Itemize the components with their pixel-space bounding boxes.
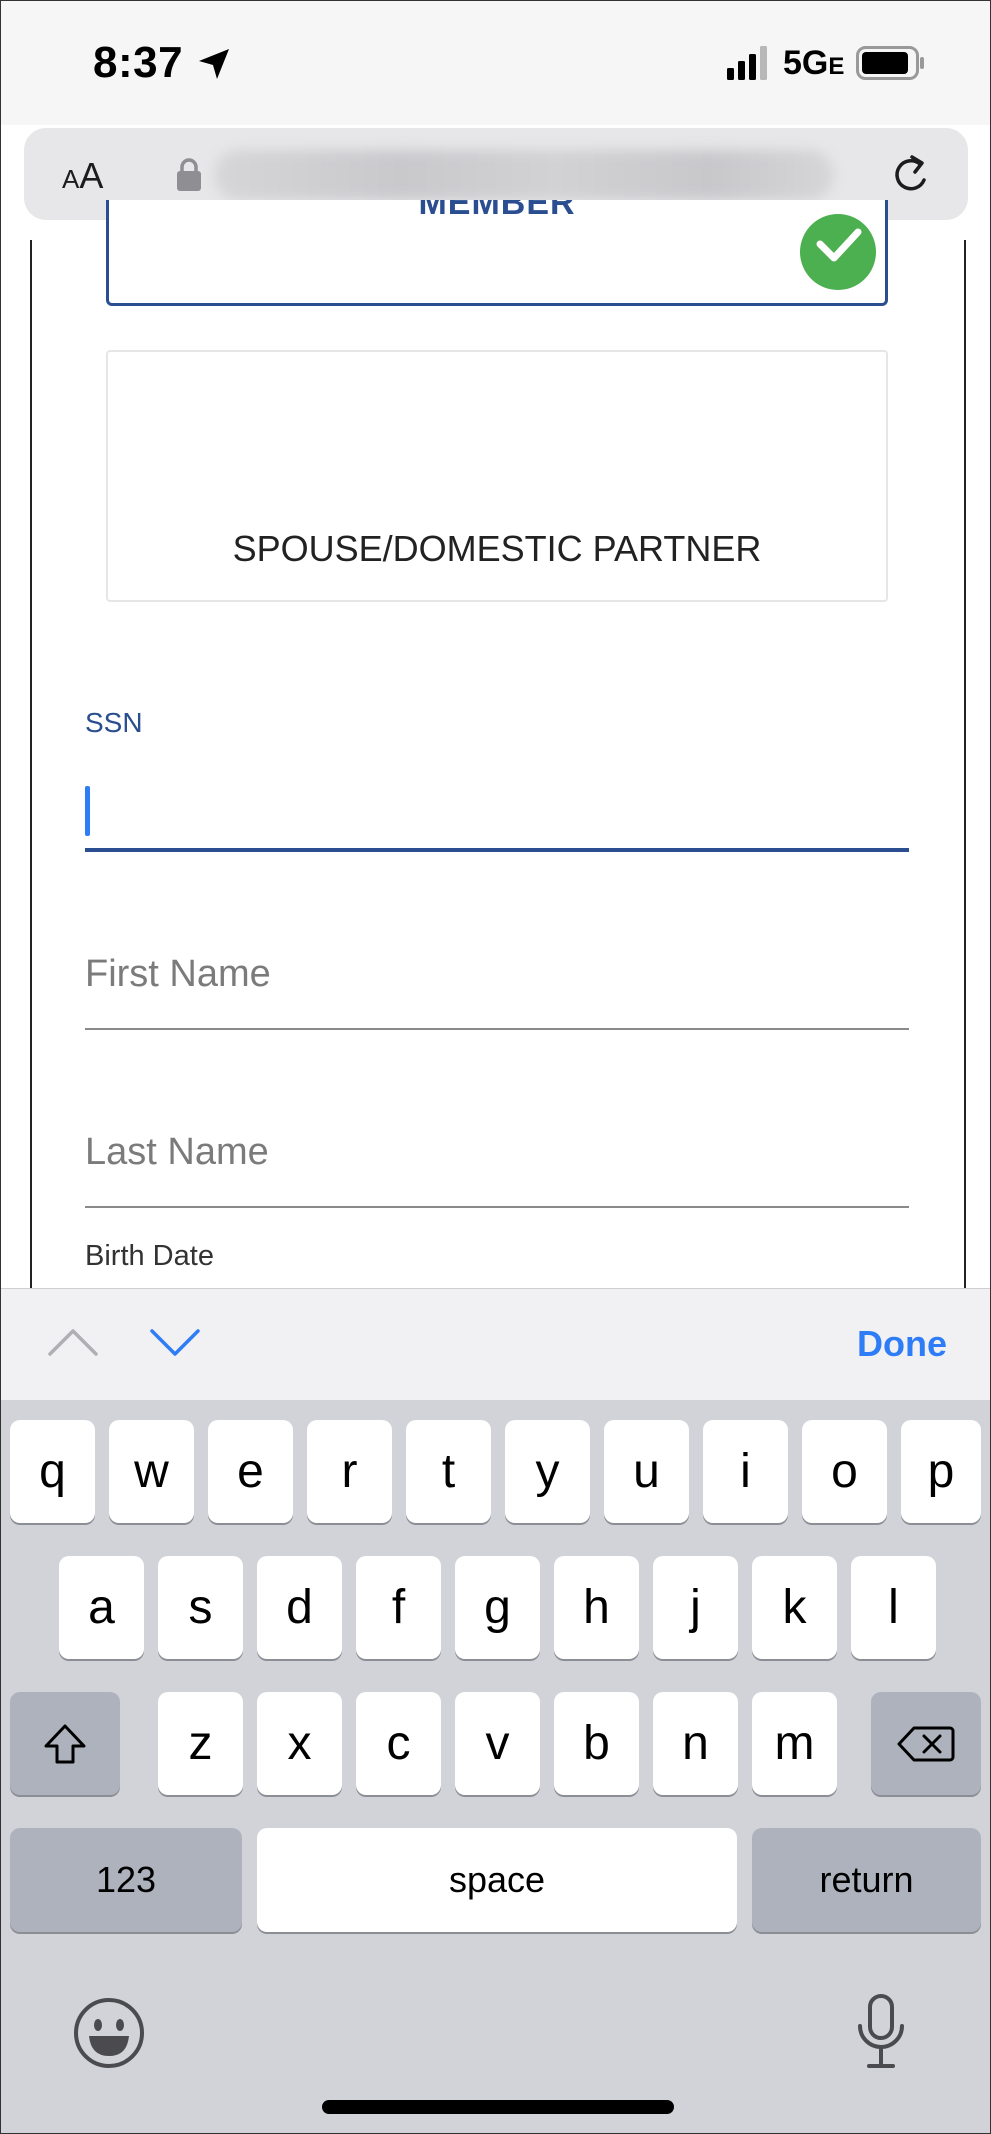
text-cursor	[85, 786, 90, 836]
signal-bars-icon	[727, 46, 767, 80]
key-z[interactable]: z	[158, 1692, 243, 1795]
ssn-label: SSN	[85, 707, 143, 738]
key-y[interactable]: y	[505, 1420, 590, 1523]
last-name-input[interactable]	[85, 1098, 909, 1208]
spouse-option-label: SPOUSE/DOMESTIC PARTNER	[232, 528, 762, 569]
chevron-down-icon[interactable]	[148, 1326, 202, 1358]
url-field[interactable]	[214, 150, 834, 200]
key-b[interactable]: b	[554, 1692, 639, 1795]
numbers-key[interactable]: 123	[10, 1828, 242, 1932]
key-c[interactable]: c	[356, 1692, 441, 1795]
member-option-label: MEMBER	[418, 200, 576, 222]
home-indicator	[322, 2100, 674, 2114]
location-arrow-icon	[199, 49, 229, 79]
key-d[interactable]: d	[257, 1556, 342, 1659]
key-h[interactable]: h	[554, 1556, 639, 1659]
return-key[interactable]: return	[752, 1828, 981, 1932]
space-key[interactable]: space	[257, 1828, 737, 1932]
shift-key[interactable]	[10, 1692, 120, 1795]
key-e[interactable]: e	[208, 1420, 293, 1523]
key-s[interactable]: s	[158, 1556, 243, 1659]
key-q[interactable]: q	[10, 1420, 95, 1523]
key-k[interactable]: k	[752, 1556, 837, 1659]
first-name-input[interactable]	[85, 920, 909, 1030]
delete-key[interactable]	[871, 1692, 981, 1795]
key-m[interactable]: m	[752, 1692, 837, 1795]
key-f[interactable]: f	[356, 1556, 441, 1659]
chevron-up-icon[interactable]	[46, 1326, 100, 1358]
key-g[interactable]: g	[455, 1556, 540, 1659]
birth-date-label: Birth Date	[85, 1240, 214, 1272]
microphone-icon[interactable]	[855, 1992, 907, 2072]
member-option-card[interactable]: MEMBER	[106, 200, 888, 306]
battery-icon	[856, 46, 924, 80]
ssn-input[interactable]	[85, 760, 909, 852]
key-j[interactable]: j	[653, 1556, 738, 1659]
key-a[interactable]: a	[59, 1556, 144, 1659]
emoji-icon[interactable]	[72, 1996, 146, 2070]
key-i[interactable]: i	[703, 1420, 788, 1523]
key-r[interactable]: r	[307, 1420, 392, 1523]
done-button[interactable]: Done	[857, 1323, 947, 1365]
key-o[interactable]: o	[802, 1420, 887, 1523]
checkmark-circle-icon	[800, 214, 876, 290]
reader-text-size-button[interactable]: AA	[62, 155, 103, 197]
key-v[interactable]: v	[455, 1692, 540, 1795]
network-type: 5GE	[783, 44, 845, 82]
lock-icon	[177, 158, 201, 191]
key-l[interactable]: l	[851, 1556, 936, 1659]
shift-icon	[44, 1724, 86, 1763]
key-p[interactable]: p	[901, 1420, 981, 1523]
key-n[interactable]: n	[653, 1692, 738, 1795]
key-u[interactable]: u	[604, 1420, 689, 1523]
key-w[interactable]: w	[109, 1420, 194, 1523]
backspace-icon	[897, 1726, 955, 1761]
reload-icon[interactable]	[890, 152, 934, 198]
key-x[interactable]: x	[257, 1692, 342, 1795]
key-t[interactable]: t	[406, 1420, 491, 1523]
status-time: 8:37	[93, 38, 184, 87]
